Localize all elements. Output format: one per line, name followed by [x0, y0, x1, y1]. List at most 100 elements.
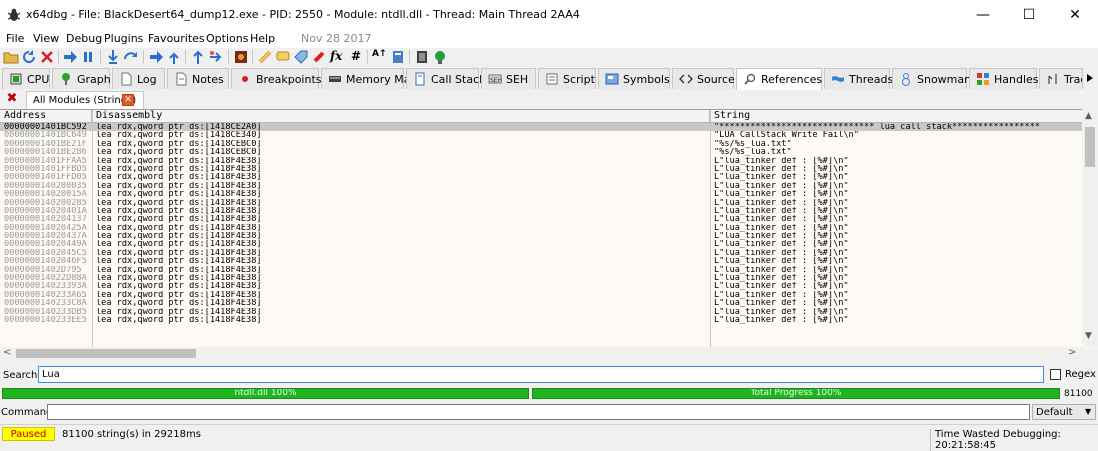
- execute-till-return-icon[interactable]: [190, 49, 206, 65]
- calculator-icon[interactable]: A↑: [372, 49, 388, 65]
- table-row[interactable]: 000000014020437A lea rdx,qword ptr ds:[14…: [0, 232, 1082, 241]
- table-row[interactable]: 00000001402046F5 lea rdx,qword ptr ds:[14…: [0, 257, 1082, 266]
- table-row[interactable]: 00000001401FFD05 lea rdx,qword ptr ds:[14…: [0, 173, 1082, 182]
- table-row[interactable]: 00000001401FFBD5 lea rdx,qword ptr ds:[14…: [0, 164, 1082, 174]
- menu-help[interactable]: Help: [250, 32, 275, 45]
- vertical-scrollbar[interactable]: ▲ ▼: [1082, 109, 1098, 347]
- trace-into-icon[interactable]: [148, 49, 164, 65]
- run-to-user-code-icon[interactable]: [208, 49, 224, 65]
- menu-view[interactable]: View: [33, 32, 59, 45]
- string-cell: L"lua_tinker def : [%#]\n": [714, 307, 849, 316]
- menu-file[interactable]: File: [6, 32, 24, 45]
- module-progress-text: ntdll.dll 100%: [234, 388, 297, 398]
- horizontal-scrollbar[interactable]: < >: [0, 347, 1082, 360]
- scylla-icon[interactable]: [233, 49, 249, 65]
- menu-options[interactable]: Options: [206, 32, 248, 45]
- tab-snowman[interactable]: Snowman: [892, 68, 971, 89]
- minimize-button[interactable]: —: [960, 0, 1006, 30]
- comments-icon[interactable]: [275, 49, 291, 65]
- table-row[interactable]: 000000014020015A lea rdx,qword ptr ds:[14…: [0, 190, 1082, 199]
- table-row[interactable]: 00000001401BC649 lea rdx,qword ptr ds:[14…: [0, 131, 1082, 140]
- table-row[interactable]: 0000000140200035 lea rdx,qword ptr ds:[14…: [0, 181, 1082, 191]
- step-into-icon[interactable]: [105, 49, 121, 65]
- table-row[interactable]: 000000014020449A lea rdx,qword ptr ds:[14…: [0, 240, 1082, 249]
- string-cell: L"lua_tinker def : [%#]\n": [714, 206, 849, 216]
- table-row[interactable]: 00000001402045C5 lea rdx,qword ptr ds:[14…: [0, 248, 1082, 258]
- column-header-address[interactable]: Address: [0, 110, 92, 122]
- close-button[interactable]: ✕: [1052, 0, 1098, 30]
- scroll-left-icon[interactable]: <: [3, 347, 11, 358]
- table-row[interactable]: 0000000140233EE5 lea rdx,qword ptr ds:[14…: [0, 315, 1082, 325]
- table-row[interactable]: 00000001401FFAA5 lea rdx,qword ptr ds:[14…: [0, 156, 1082, 165]
- trace-icon: [1048, 74, 1057, 84]
- functions-icon[interactable]: fx: [330, 49, 346, 65]
- table-row[interactable]: 00000001401BE286 lea rdx,qword ptr ds:[14…: [0, 148, 1082, 157]
- scroll-up-icon[interactable]: ▲: [1085, 111, 1092, 121]
- pause-icon[interactable]: [80, 49, 96, 65]
- close-icon[interactable]: [39, 49, 55, 65]
- table-row[interactable]: 000000014020425A lea rdx,qword ptr ds:[14…: [0, 223, 1082, 233]
- tab-graph[interactable]: Graph: [52, 68, 111, 89]
- maximize-button[interactable]: ☐: [1006, 0, 1052, 30]
- column-header-disassembly[interactable]: Disassembly: [92, 110, 710, 122]
- table-row[interactable]: 0000000140200285 lea rdx,qword ptr ds:[14…: [0, 198, 1082, 207]
- disassembly-cell: lea rdx,qword ptr ds:[1418F4E38]: [96, 274, 262, 283]
- patches-icon[interactable]: [257, 49, 273, 65]
- close-tab-icon[interactable]: ✕: [122, 94, 134, 106]
- tab-trace[interactable]: Trace: [1039, 68, 1083, 89]
- tab-threads[interactable]: Threads: [824, 68, 893, 89]
- snowman-icon: [902, 73, 910, 86]
- table-row[interactable]: 000000014022D88A lea rdx,qword ptr ds:[14…: [0, 274, 1082, 283]
- tab-breakpoints[interactable]: Breakpoints: [231, 68, 322, 89]
- menu-debug[interactable]: Debug: [66, 32, 102, 45]
- address-cell: 00000001402045C5: [4, 248, 87, 258]
- scroll-thumb[interactable]: [1085, 127, 1095, 167]
- address-cell: 00000001401BE21F: [4, 139, 87, 149]
- regex-checkbox[interactable]: [1050, 369, 1061, 380]
- tab-source[interactable]: Source: [672, 68, 735, 89]
- tab-script[interactable]: Script: [538, 68, 596, 89]
- table-row[interactable]: 0000000140233C8A lea rdx,qword ptr ds:[14…: [0, 299, 1082, 308]
- close-all-tabs-icon[interactable]: ✖: [6, 92, 18, 105]
- command-mode-select[interactable]: Default ▼: [1032, 404, 1096, 420]
- tab-log[interactable]: Log: [112, 68, 165, 89]
- scroll-down-icon[interactable]: ▼: [1085, 331, 1092, 341]
- command-input[interactable]: [47, 404, 1030, 420]
- variables-icon[interactable]: #: [351, 49, 367, 65]
- trace-over-icon[interactable]: [166, 49, 182, 65]
- table-row[interactable]: 00000001402D795 lea rdx,qword ptr ds:[141…: [0, 265, 1082, 275]
- tab-scroll-right-icon[interactable]: [1086, 73, 1094, 83]
- tab-references[interactable]: References: [736, 68, 822, 91]
- run-icon[interactable]: [62, 49, 78, 65]
- tab-handles[interactable]: Handles: [969, 68, 1039, 89]
- tab-notes[interactable]: Notes: [167, 68, 229, 89]
- tab-all-modules-strings[interactable]: All Modules (Strings) ✕: [26, 91, 144, 109]
- menu-favourites[interactable]: Favourites: [148, 32, 205, 45]
- manual-icon[interactable]: [432, 49, 448, 65]
- bookmarks-icon[interactable]: [311, 49, 327, 65]
- scroll-right-icon[interactable]: >: [1068, 347, 1076, 358]
- menu-plugins[interactable]: Plugins: [104, 32, 143, 45]
- tab-memory-map[interactable]: Memory Map: [321, 68, 417, 89]
- table-row[interactable]: 0000000140233DB5 lea rdx,qword ptr ds:[14…: [0, 307, 1082, 316]
- tab-cpu[interactable]: CPU: [2, 68, 50, 89]
- table-row[interactable]: 00000001401BC592 lea rdx,qword ptr ds:[14…: [0, 123, 1082, 132]
- step-over-icon[interactable]: [123, 49, 139, 65]
- restart-icon[interactable]: [21, 49, 37, 65]
- help-icon[interactable]: [414, 49, 430, 65]
- table-row[interactable]: 0000000140204137 lea rdx,qword ptr ds:[14…: [0, 215, 1082, 224]
- search-input[interactable]: [38, 366, 1044, 383]
- labels-icon[interactable]: [293, 49, 309, 65]
- table-row[interactable]: 000000014023393A lea rdx,qword ptr ds:[14…: [0, 282, 1082, 291]
- open-icon[interactable]: [3, 49, 19, 65]
- tab-seh[interactable]: SEH SEH: [481, 68, 536, 89]
- tab-symbols[interactable]: Symbols: [598, 68, 670, 89]
- references-table[interactable]: Address Disassembly String 00000001401BC…: [0, 109, 1098, 348]
- table-row[interactable]: 00000001401BE21F lea rdx,qword ptr ds:[14…: [0, 139, 1082, 149]
- cheatsheet-icon[interactable]: [390, 49, 406, 65]
- table-row[interactable]: 0000000140233A65 lea rdx,qword ptr ds:[14…: [0, 290, 1082, 300]
- scroll-thumb[interactable]: [16, 349, 196, 358]
- column-header-string[interactable]: String: [710, 110, 1082, 122]
- table-row[interactable]: 000000014020401A lea rdx,qword ptr ds:[14…: [0, 206, 1082, 216]
- tab-call-stack[interactable]: Call Stack: [406, 68, 485, 89]
